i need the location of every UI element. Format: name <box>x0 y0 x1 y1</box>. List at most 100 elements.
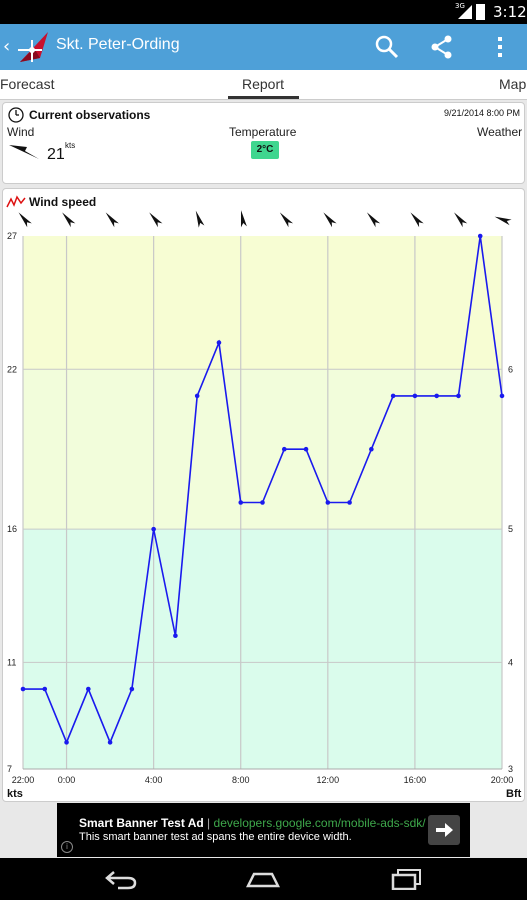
wind-direction-arrow <box>62 212 76 228</box>
speed-band <box>23 236 502 370</box>
wind-speed-point <box>20 686 26 692</box>
wind-speed-point <box>173 633 178 639</box>
wind-speed-point <box>477 233 483 239</box>
wind-speed-heading: Wind speed <box>29 195 96 209</box>
arrow-shape <box>195 210 205 228</box>
app-logo[interactable] <box>12 28 52 66</box>
wind-speed-point <box>434 393 439 399</box>
y-tick-label-right: 5 <box>508 524 513 534</box>
ad-title: Smart Banner Test Ad <box>79 816 204 830</box>
wind-speed-point <box>151 526 156 532</box>
x-tick-label: 8:00 <box>232 775 250 785</box>
y-axis-unit-left: kts <box>7 788 23 800</box>
speed-band <box>23 369 502 530</box>
action-bar: ‹ Skt. Peter-Ording <box>0 24 527 70</box>
ad-banner[interactable]: Smart Banner Test Ad | developers.google… <box>57 803 470 857</box>
y-tick-label-left: 7 <box>7 764 12 774</box>
arrow-right-icon <box>436 823 453 837</box>
wind-speed-point <box>390 393 396 399</box>
tab-indicator <box>228 96 299 99</box>
arrow-shape <box>366 212 381 228</box>
weather-label: Weather <box>477 125 523 139</box>
wind-speed-point <box>86 686 91 692</box>
x-tick-label: 22:00 <box>12 775 35 785</box>
wind-speed-point <box>260 500 265 505</box>
y-tick-label-right: 3 <box>508 764 513 774</box>
wind-speed-point <box>369 446 374 452</box>
overflow-menu-icon[interactable] <box>487 34 513 60</box>
wind-speed-point <box>107 740 113 745</box>
wind-speed-point <box>194 393 200 399</box>
ad-text: This smart banner test ad spans the enti… <box>79 831 352 843</box>
wind-speed-point <box>456 393 461 399</box>
location-title: Skt. Peter-Ording <box>56 36 180 53</box>
arrow-shape <box>410 212 424 228</box>
wind-direction-arrow <box>323 212 337 228</box>
tab-forecast[interactable]: Forecast <box>0 76 54 92</box>
tab-report[interactable]: Report <box>242 76 284 92</box>
navigation-bar <box>0 858 527 900</box>
wind-speed-card: 22:00 0:00 4:00 8:00 12:00 16:00 20:00 27 22 16 11… <box>2 188 525 802</box>
speed-band <box>23 529 502 769</box>
x-tick-label: 20:00 <box>491 775 514 785</box>
arrow-shape <box>323 212 337 228</box>
wind-direction-arrow <box>149 212 163 228</box>
clock-time: 3:12 <box>493 3 527 21</box>
arrow-shape <box>18 212 32 228</box>
wind-direction-arrow <box>240 210 247 228</box>
tab-map[interactable]: Map <box>499 76 526 92</box>
ad-separator: | <box>207 816 211 830</box>
x-tick-label: 4:00 <box>145 775 163 785</box>
share-icon[interactable] <box>429 34 455 60</box>
search-icon[interactable] <box>374 34 400 60</box>
y-tick-label-right: 4 <box>508 657 513 667</box>
wind-chart-icon <box>6 195 26 208</box>
wind-direction-arrow <box>366 212 381 228</box>
wind-speed-point <box>64 740 69 745</box>
signal-icon <box>458 5 472 19</box>
arrow-shape <box>105 212 119 228</box>
wind-speed-point <box>42 686 48 692</box>
wind-label: Wind <box>7 125 35 139</box>
wind-direction-icon <box>9 145 39 159</box>
observations-heading: Current observations <box>29 108 151 122</box>
clock-icon <box>8 107 24 123</box>
y-tick-label-left: 16 <box>7 524 17 534</box>
wind-value: 21 <box>47 146 65 163</box>
wind-speed-point <box>216 340 222 345</box>
battery-icon <box>476 4 485 20</box>
ad-open-button[interactable] <box>428 815 460 845</box>
arrow-shape <box>149 212 163 228</box>
y-tick-label-left: 22 <box>7 364 17 374</box>
wind-speed-point <box>325 500 331 505</box>
ad-url[interactable]: developers.google.com/mobile-ads-sdk/ <box>214 816 426 830</box>
nav-recents-icon[interactable] <box>390 868 424 890</box>
y-tick-label-left: 27 <box>7 231 17 241</box>
temperature-badge: 2°C <box>251 141 279 159</box>
back-icon[interactable]: ‹ <box>3 36 10 57</box>
nav-back-icon[interactable] <box>104 868 138 890</box>
wind-direction-arrow <box>105 212 119 228</box>
wind-speed-point <box>412 393 418 399</box>
wind-speed-point <box>129 686 135 692</box>
wind-speed-point <box>499 393 505 399</box>
tab-bar: Forecast Report Map <box>0 70 527 100</box>
observations-card: Current observations 9/21/2014 8:00 PM W… <box>2 102 525 184</box>
y-tick-label-right: 6 <box>508 364 513 374</box>
temperature-label: Temperature <box>229 125 297 139</box>
wind-direction-arrow <box>18 212 32 228</box>
wind-speed-point <box>238 500 244 505</box>
nav-home-icon[interactable] <box>246 868 280 890</box>
arrow-shape <box>62 212 76 228</box>
wind-speed-chart: 22:00 0:00 4:00 8:00 12:00 16:00 20:00 27 22 16 11… <box>6 195 522 800</box>
wind-speed-point <box>303 446 309 452</box>
x-tick-label: 0:00 <box>58 775 76 785</box>
ad-info-icon[interactable]: i <box>61 841 73 853</box>
wind-direction-arrow <box>454 212 468 228</box>
observations-timestamp: 9/21/2014 8:00 PM <box>443 108 520 118</box>
arrow-shape <box>454 212 468 228</box>
x-tick-label: 16:00 <box>404 775 427 785</box>
wind-direction-arrow <box>279 212 294 228</box>
y-axis-unit-right: Bft <box>506 788 522 800</box>
arrow-shape <box>494 216 512 226</box>
